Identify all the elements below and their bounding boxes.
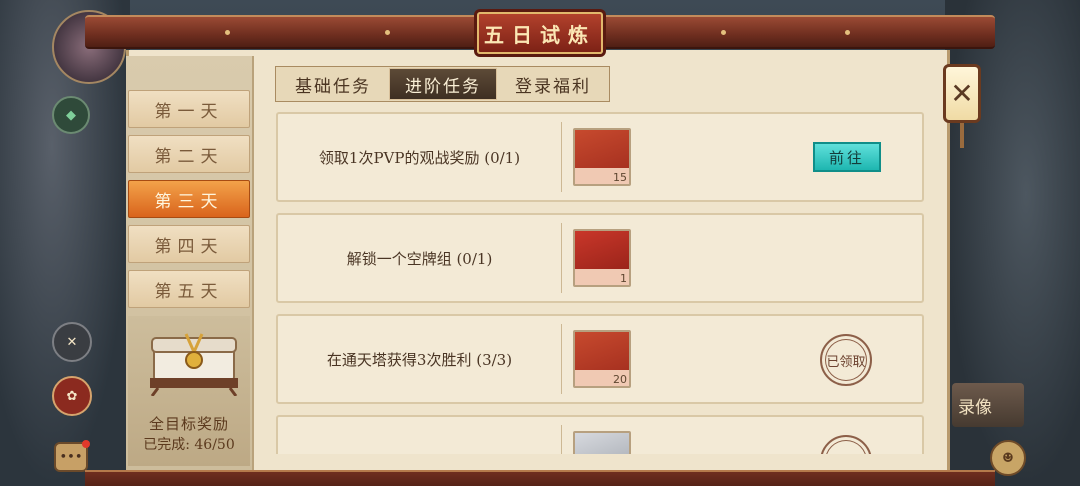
task-row xyxy=(276,415,924,454)
close-button[interactable]: ✕ xyxy=(940,58,984,148)
task-row: 在通天塔获得3次胜利 (3/3) 20 已领取 xyxy=(276,314,924,404)
tab-day-2[interactable]: 第二天 xyxy=(128,135,250,173)
reward-item-icon[interactable]: 15 xyxy=(573,128,631,186)
tab-day-1[interactable]: 第一天 xyxy=(128,90,250,128)
tab-advanced-tasks[interactable]: 进阶任务 xyxy=(389,68,497,100)
treasure-chest-icon[interactable] xyxy=(146,330,242,397)
bottom-frame-beam xyxy=(85,470,995,486)
close-icon[interactable]: ✕ xyxy=(943,64,981,124)
reward-count: 20 xyxy=(613,373,627,386)
replay-label: 录像 xyxy=(958,397,992,418)
notification-dot xyxy=(82,440,90,448)
reward-count: 1 xyxy=(620,272,627,285)
page-title: 五日试炼 xyxy=(477,12,603,54)
tab-day-5[interactable]: 第五天 xyxy=(128,270,250,308)
reward-item-icon[interactable]: 20 xyxy=(573,330,631,388)
claimed-stamp xyxy=(820,435,872,454)
crossed-swords-icon[interactable]: ✕ xyxy=(52,322,92,362)
task-name: 在通天塔获得3次胜利 (3/3) xyxy=(326,350,513,369)
task-name xyxy=(278,417,561,454)
task-name: 解锁一个空牌组 (0/1) xyxy=(346,249,493,268)
tab-day-3[interactable]: 第三天 xyxy=(128,180,250,218)
task-row: 领取1次PVP的观战奖励 (0/1) 15 前往 xyxy=(276,112,924,202)
tab-basic-tasks[interactable]: 基础任务 xyxy=(283,68,383,100)
companion-icon[interactable]: ☻ xyxy=(990,440,1026,476)
task-row: 解锁一个空牌组 (0/1) 1 xyxy=(276,213,924,303)
reward-item-icon[interactable]: 1 xyxy=(573,229,631,287)
claimed-stamp: 已领取 xyxy=(820,334,872,386)
replay-button[interactable]: 录像 xyxy=(952,383,1024,427)
tab-day-4[interactable]: 第四天 xyxy=(128,225,250,263)
tab-login-rewards[interactable]: 登录福利 xyxy=(503,68,603,100)
task-name: 领取1次PVP的观战奖励 (0/1) xyxy=(318,148,521,167)
jade-icon[interactable]: ◆ xyxy=(52,96,90,134)
full-reward-label: 全目标奖励 xyxy=(148,415,229,433)
task-list[interactable]: 领取1次PVP的观战奖励 (0/1) 15 前往 解锁一个空牌组 (0/1) 1… xyxy=(262,106,934,454)
full-reward-progress: 已完成: 46/50 xyxy=(143,437,235,453)
reward-item-icon[interactable] xyxy=(573,431,631,454)
event-icon[interactable]: ✿ xyxy=(52,376,92,416)
go-button[interactable]: 前往 xyxy=(813,142,881,172)
reward-count: 15 xyxy=(613,171,627,184)
